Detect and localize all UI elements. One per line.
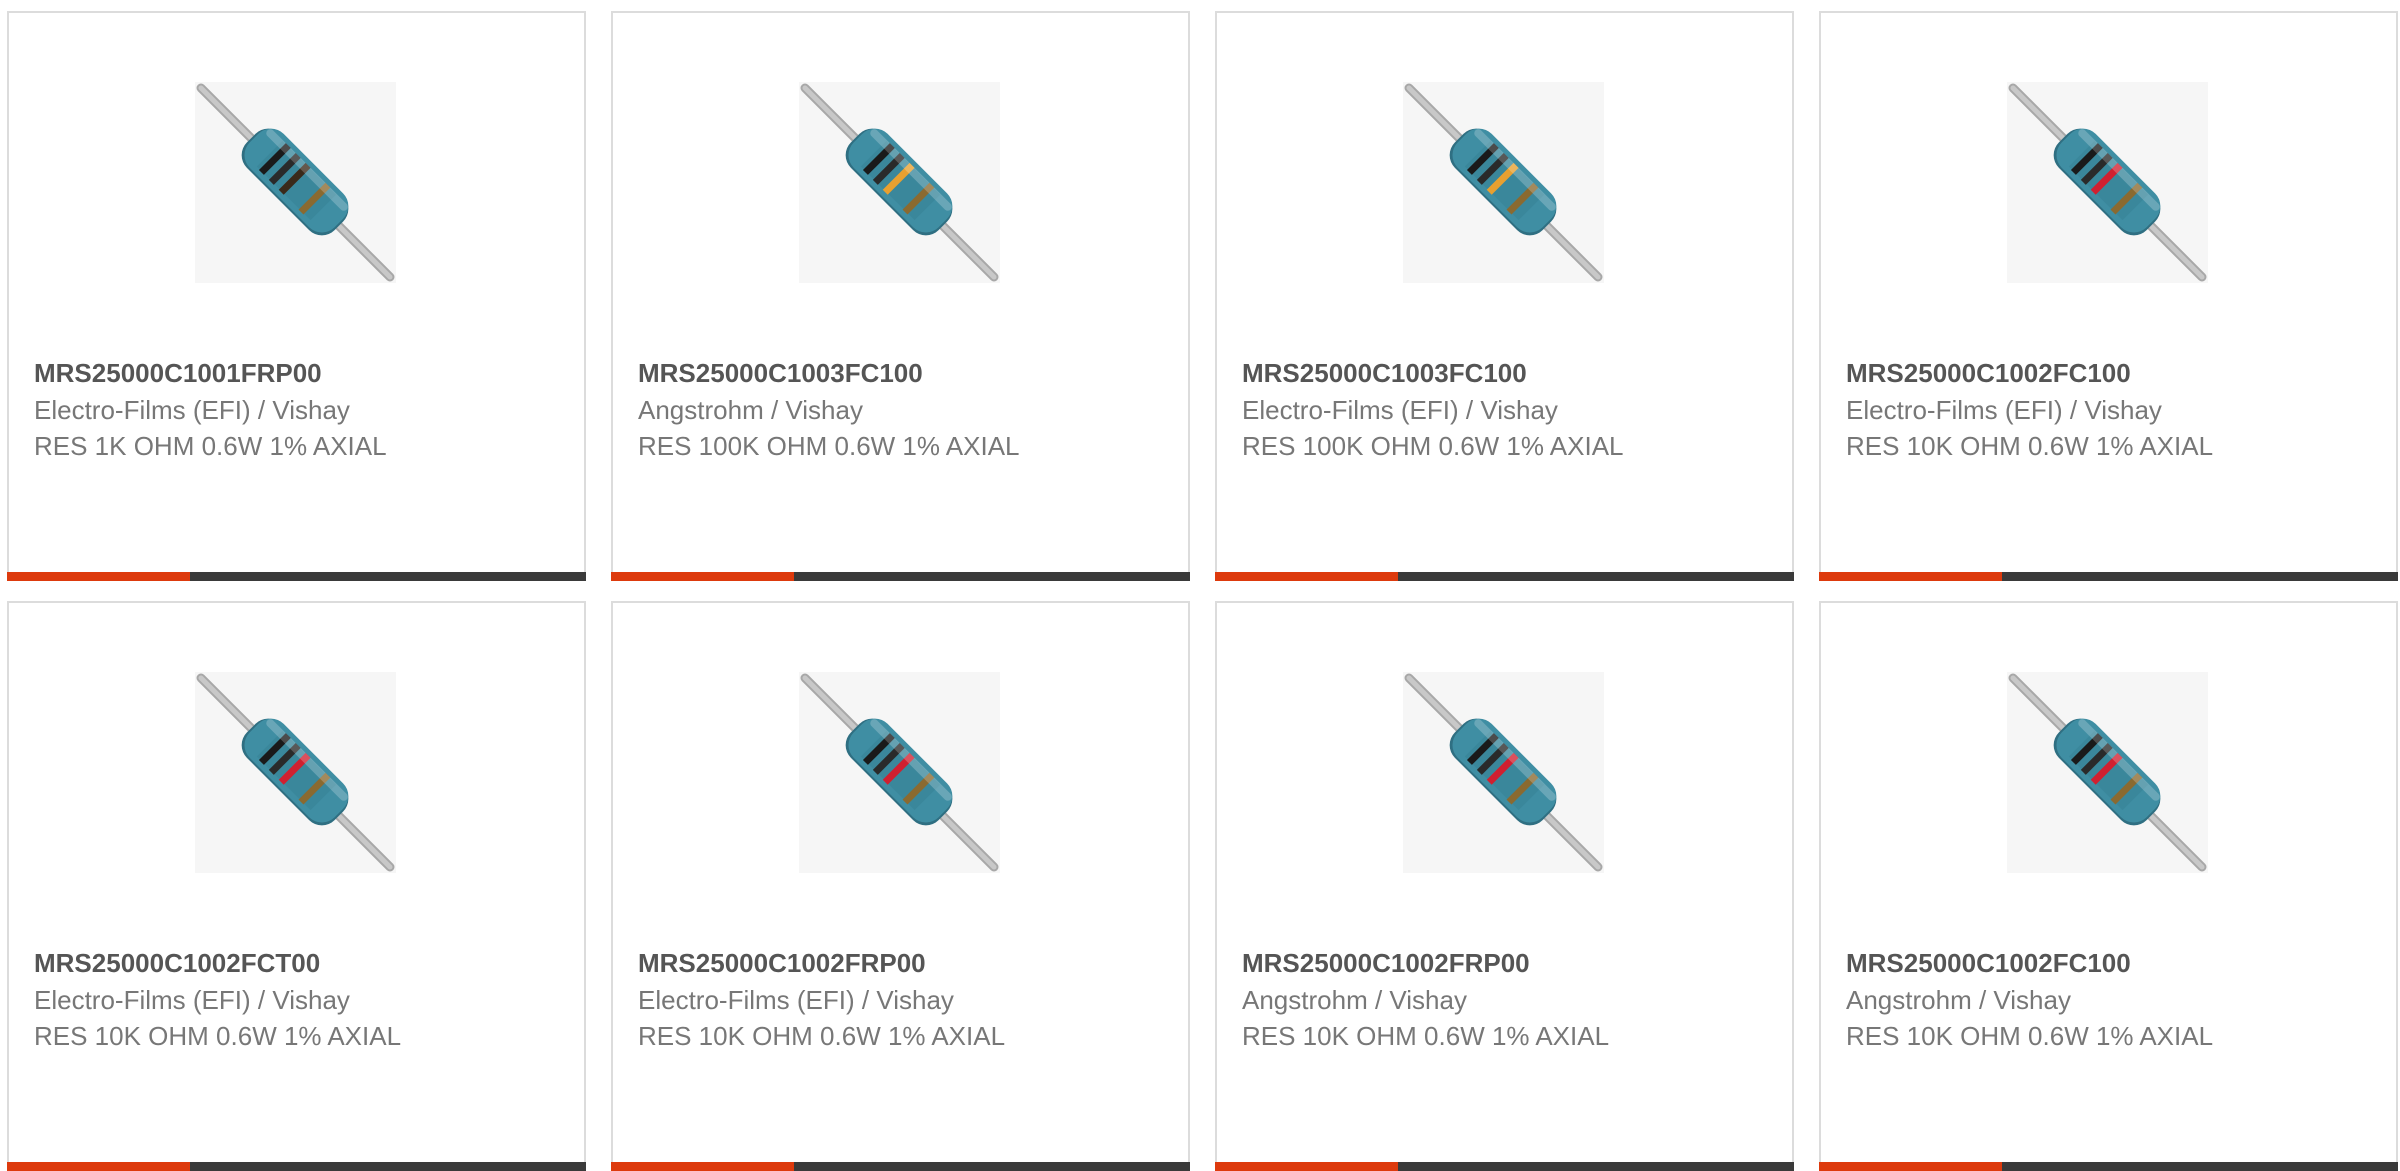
product-card[interactable]: MRS25000C1002FC100 Electro-Films (EFI) /… <box>1819 11 2398 581</box>
manufacturer-label: Angstrohm / Vishay <box>1846 985 2071 1015</box>
product-image[interactable] <box>2007 672 2208 873</box>
part-number-link[interactable]: MRS25000C1003FC100 <box>1242 358 1527 389</box>
product-card[interactable]: MRS25000C1002FRP00 Angstrohm / Vishay RE… <box>1215 601 1794 1171</box>
resistor-icon <box>2008 673 2207 872</box>
product-grid: MRS25000C1001FRP00 Electro-Films (EFI) /… <box>0 0 2400 1171</box>
part-number-link[interactable]: MRS25000C1002FRP00 <box>1242 948 1530 979</box>
resistor-icon <box>196 673 395 872</box>
product-description: RES 100K OHM 0.6W 1% AXIAL <box>638 431 1020 461</box>
card-accent-bar <box>1215 572 1398 581</box>
resistor-icon <box>196 83 395 282</box>
card-footer-bar <box>1215 572 1794 581</box>
product-card[interactable]: MRS25000C1001FRP00 Electro-Films (EFI) /… <box>7 11 586 581</box>
manufacturer-label: Electro-Films (EFI) / Vishay <box>1846 395 2162 425</box>
manufacturer-label: Angstrohm / Vishay <box>638 395 863 425</box>
part-number-link[interactable]: MRS25000C1002FRP00 <box>638 948 926 979</box>
resistor-icon <box>800 673 999 872</box>
product-image[interactable] <box>195 672 396 873</box>
product-image[interactable] <box>799 672 1000 873</box>
product-image[interactable] <box>799 82 1000 283</box>
resistor-icon <box>2008 83 2207 282</box>
product-description: RES 1K OHM 0.6W 1% AXIAL <box>34 431 387 461</box>
part-number-link[interactable]: MRS25000C1001FRP00 <box>34 358 322 389</box>
manufacturer-label: Electro-Films (EFI) / Vishay <box>638 985 954 1015</box>
part-number-link[interactable]: MRS25000C1002FCT00 <box>34 948 320 979</box>
product-card[interactable]: MRS25000C1002FCT00 Electro-Films (EFI) /… <box>7 601 586 1171</box>
product-description: RES 100K OHM 0.6W 1% AXIAL <box>1242 431 1624 461</box>
resistor-icon <box>800 83 999 282</box>
product-image[interactable] <box>1403 82 1604 283</box>
product-card[interactable]: MRS25000C1002FRP00 Electro-Films (EFI) /… <box>611 601 1190 1171</box>
manufacturer-label: Electro-Films (EFI) / Vishay <box>34 395 350 425</box>
product-description: RES 10K OHM 0.6W 1% AXIAL <box>34 1021 402 1051</box>
product-card[interactable]: MRS25000C1002FC100 Angstrohm / Vishay RE… <box>1819 601 2398 1171</box>
manufacturer-label: Angstrohm / Vishay <box>1242 985 1467 1015</box>
product-image[interactable] <box>195 82 396 283</box>
manufacturer-label: Electro-Films (EFI) / Vishay <box>1242 395 1558 425</box>
card-footer-bar <box>1819 572 2398 581</box>
product-description: RES 10K OHM 0.6W 1% AXIAL <box>1846 431 2214 461</box>
resistor-icon <box>1404 83 1603 282</box>
part-number-link[interactable]: MRS25000C1003FC100 <box>638 358 923 389</box>
card-accent-bar <box>7 572 190 581</box>
product-image[interactable] <box>2007 82 2208 283</box>
part-number-link[interactable]: MRS25000C1002FC100 <box>1846 358 2131 389</box>
product-description: RES 10K OHM 0.6W 1% AXIAL <box>1846 1021 2214 1051</box>
product-description: RES 10K OHM 0.6W 1% AXIAL <box>1242 1021 1610 1051</box>
card-footer-bar <box>7 572 586 581</box>
product-card[interactable]: MRS25000C1003FC100 Electro-Films (EFI) /… <box>1215 11 1794 581</box>
product-card[interactable]: MRS25000C1003FC100 Angstrohm / Vishay RE… <box>611 11 1190 581</box>
card-accent-bar <box>611 572 794 581</box>
product-image[interactable] <box>1403 672 1604 873</box>
manufacturer-label: Electro-Films (EFI) / Vishay <box>34 985 350 1015</box>
card-accent-bar <box>1819 572 2002 581</box>
product-description: RES 10K OHM 0.6W 1% AXIAL <box>638 1021 1006 1051</box>
resistor-icon <box>1404 673 1603 872</box>
card-footer-bar <box>611 572 1190 581</box>
part-number-link[interactable]: MRS25000C1002FC100 <box>1846 948 2131 979</box>
